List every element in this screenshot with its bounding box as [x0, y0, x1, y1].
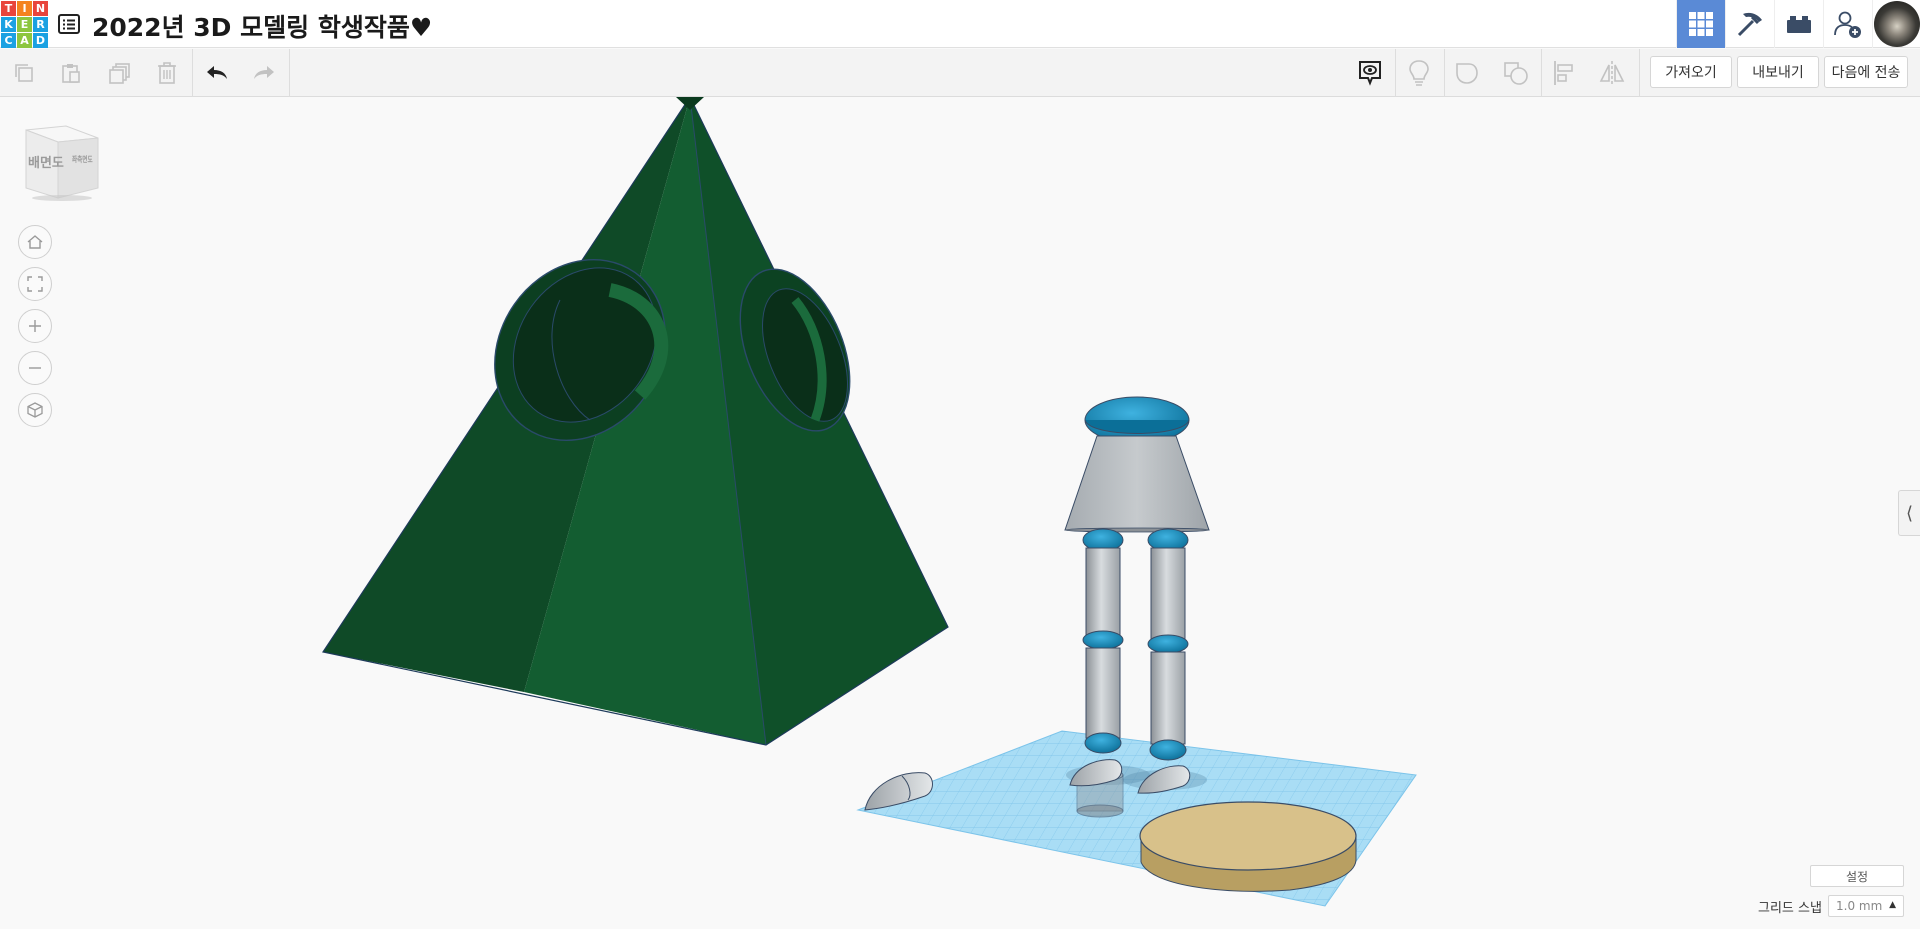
mirror-button[interactable] — [1598, 59, 1626, 87]
view-cube-side-label: 좌측면도 — [72, 155, 93, 164]
robot-figure[interactable] — [1064, 396, 1210, 794]
plus-icon — [29, 320, 41, 332]
3d-view-grid-icon — [1689, 12, 1713, 36]
tinkercad-editor: TIN KER CAD 2022년 3D 모델링 학생작품♥ 가져오기 내보내기 다… — [0, 0, 1920, 929]
settings-button[interactable]: 설정 — [1810, 865, 1904, 887]
export-button[interactable]: 내보내기 — [1737, 56, 1819, 88]
pyramid-shape[interactable] — [322, 97, 949, 746]
fit-view-button[interactable] — [18, 267, 52, 301]
shapes-panel-toggle[interactable]: ⟨ — [1898, 490, 1920, 536]
duplicate-button[interactable] — [106, 59, 134, 87]
pickaxe-icon — [1737, 12, 1762, 37]
group-button[interactable] — [1453, 59, 1481, 87]
design-title[interactable]: 2022년 3D 모델링 학생작품♥ — [92, 8, 432, 44]
caret-up-icon: ▲ — [1889, 900, 1896, 910]
paste-button[interactable] — [57, 59, 85, 87]
edit-toolbar: 가져오기 내보내기 다음에 전송 — [0, 49, 1920, 97]
logo-letter: C — [1, 33, 16, 48]
3d-view-button[interactable] — [1676, 0, 1725, 48]
fit-view-icon — [27, 276, 43, 292]
view-cube-front-label: 배면도 — [28, 156, 64, 171]
redo-icon — [254, 66, 274, 79]
add-user-icon — [1834, 11, 1861, 38]
logo-letter: A — [17, 33, 32, 48]
invite-user-button[interactable] — [1823, 0, 1872, 48]
bricks-view-button[interactable] — [1774, 0, 1823, 48]
bricks-icon — [1787, 16, 1811, 33]
paste-icon — [62, 64, 80, 83]
logo-letter: E — [17, 17, 32, 32]
logo-letter: R — [33, 17, 48, 32]
zoom-out-button[interactable] — [18, 351, 52, 385]
workplane-viewport[interactable] — [0, 97, 1920, 929]
grid-snap-value: 1.0 mm — [1836, 899, 1883, 913]
disc-shape[interactable] — [1139, 801, 1357, 892]
undo-button[interactable] — [203, 59, 231, 87]
design-list-icon[interactable] — [57, 12, 81, 36]
logo-letter: I — [17, 1, 32, 16]
top-bar: TIN KER CAD 2022년 3D 모델링 학생작품♥ — [0, 0, 1920, 48]
toolbar-separator — [289, 49, 290, 97]
duplicate-icon — [109, 63, 130, 84]
toolbar-separator — [1639, 49, 1640, 97]
send-to-button[interactable]: 다음에 전송 — [1824, 56, 1908, 88]
zoom-in-button[interactable] — [18, 309, 52, 343]
mirror-icon — [1599, 61, 1625, 85]
group-icon — [1456, 63, 1478, 84]
import-button[interactable]: 가져오기 — [1650, 56, 1732, 88]
toolbar-separator — [1395, 49, 1396, 97]
align-icon — [1554, 61, 1573, 85]
avatar-image — [1873, 1, 1920, 47]
home-icon — [27, 235, 43, 249]
toolbar-separator — [192, 49, 193, 97]
toolbar-separator — [1541, 49, 1542, 97]
logo-letter: D — [33, 33, 48, 48]
align-button[interactable] — [1550, 59, 1578, 87]
light-bulb-button[interactable] — [1405, 59, 1433, 87]
note-eye-icon — [1359, 61, 1381, 86]
user-avatar[interactable] — [1872, 0, 1920, 48]
tinkercad-logo[interactable]: TIN KER CAD — [0, 0, 48, 48]
grid-snap-select[interactable]: 1.0 mm ▲ — [1828, 895, 1904, 917]
ungroup-button[interactable] — [1502, 59, 1530, 87]
copy-button[interactable] — [10, 59, 38, 87]
top-nav — [1676, 0, 1920, 48]
copy-icon — [15, 64, 33, 82]
minecraft-view-button[interactable] — [1725, 0, 1774, 48]
minus-icon — [29, 367, 41, 369]
lightbulb-icon — [1409, 60, 1429, 86]
chevron-left-icon: ⟨ — [1905, 502, 1914, 524]
undo-icon — [207, 66, 227, 79]
logo-letter: N — [33, 1, 48, 16]
logo-letter: T — [1, 1, 16, 16]
view-cube[interactable]: 배면도 좌측면도 — [22, 124, 102, 202]
perspective-toggle-button[interactable] — [18, 393, 52, 427]
delete-button[interactable] — [153, 59, 181, 87]
home-view-button[interactable] — [18, 225, 52, 259]
toolbar-separator — [1444, 49, 1445, 97]
cube-icon — [27, 402, 43, 418]
trash-icon — [158, 62, 176, 84]
logo-letter: K — [1, 17, 16, 32]
show-all-notes-button[interactable] — [1356, 59, 1384, 87]
grid-snap-label: 그리드 스냅 — [1758, 901, 1822, 916]
ungroup-icon — [1504, 62, 1528, 85]
redo-button[interactable] — [250, 59, 278, 87]
